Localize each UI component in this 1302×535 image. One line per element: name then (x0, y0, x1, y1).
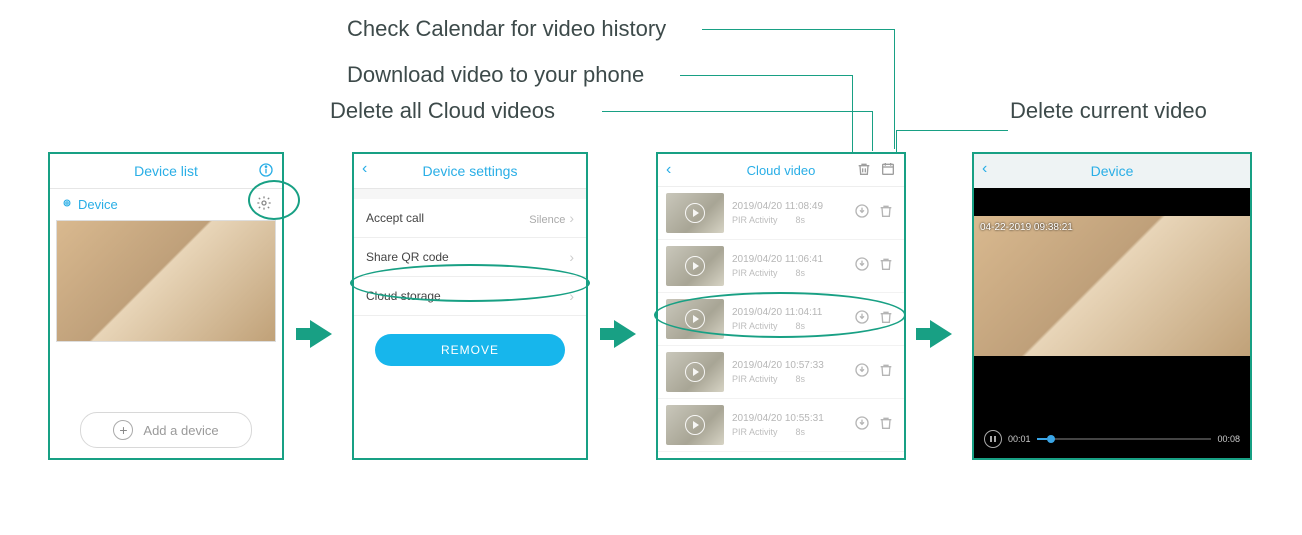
video-thumb (666, 246, 724, 286)
video-thumb (666, 352, 724, 392)
play-icon (685, 256, 705, 276)
trash-icon[interactable] (878, 203, 894, 224)
arrow-1 (310, 320, 332, 348)
header-device-settings: ‹ Device settings (354, 154, 586, 189)
arrow-2 (614, 320, 636, 348)
annotation-download: Download video to your phone (347, 62, 644, 88)
annotation-delete-all: Delete all Cloud videos (330, 98, 555, 124)
add-device-label: Add a device (143, 423, 218, 438)
plus-icon: + (113, 420, 133, 440)
video-dur: 8s (796, 427, 806, 437)
video-controls-bar: 00:01 00:08 (974, 356, 1250, 458)
video-dur: 8s (796, 268, 806, 278)
download-icon[interactable] (854, 415, 870, 436)
play-icon (685, 415, 705, 435)
info-icon[interactable] (258, 162, 274, 181)
remove-button[interactable]: REMOVE (375, 334, 565, 366)
calendar-icon[interactable] (880, 161, 896, 182)
remove-button-label: REMOVE (441, 343, 499, 357)
trash-icon[interactable] (878, 415, 894, 436)
screen-device-player: ‹ Device 04-22-2019 09:38:21 00:01 00:08 (972, 152, 1252, 460)
back-icon[interactable]: ‹ (982, 160, 987, 178)
leader-calendar-v (894, 29, 895, 149)
progress-knob[interactable] (1047, 435, 1055, 443)
annotation-delete-current: Delete current video (1010, 98, 1207, 124)
camera-icon (60, 196, 74, 213)
video-sub: PIR Activity (732, 215, 778, 225)
video-row[interactable]: 2019/04/20 11:06:41 PIR Activity 8s (658, 240, 904, 293)
header-device-player: ‹ Device (974, 154, 1250, 188)
video-sub: PIR Activity (732, 268, 778, 278)
video-sub: PIR Activity (732, 374, 778, 384)
leader-download-h (680, 75, 852, 76)
device-preview[interactable] (56, 220, 276, 342)
download-icon[interactable] (854, 309, 870, 330)
play-icon (685, 309, 705, 329)
video-sub: PIR Activity (732, 321, 778, 331)
back-icon[interactable]: ‹ (362, 160, 367, 178)
trash-icon[interactable] (856, 161, 872, 182)
video-ts: 2019/04/20 11:08:49 (732, 200, 823, 214)
device-label: Device (78, 197, 118, 212)
leader-calendar-h (702, 29, 894, 30)
download-icon[interactable] (854, 362, 870, 383)
gear-icon[interactable] (256, 195, 272, 214)
play-icon (685, 362, 705, 382)
video-row[interactable]: 2019/04/20 11:08:49 PIR Activity 8s (658, 187, 904, 240)
video-dur: 8s (796, 374, 806, 384)
add-device-button[interactable]: + Add a device (80, 412, 252, 448)
video-thumb (666, 405, 724, 445)
row-cloud-storage[interactable]: Cloud storage › (354, 277, 586, 316)
screen-cloud-video: ‹ Cloud video 2019/04/20 11:08:49 PIR Ac… (656, 152, 906, 460)
annotation-calendar: Check Calendar for video history (347, 16, 666, 42)
video-row[interactable]: 2019/04/20 11:04:11 PIR Activity 8s (658, 293, 904, 346)
video-sub: PIR Activity (732, 427, 778, 437)
video-thumb (666, 299, 724, 339)
leader-deleteall-h (602, 111, 872, 112)
row-share-qr-label: Share QR code (366, 250, 449, 264)
row-accept-call[interactable]: Accept call Silence › (354, 199, 586, 238)
title-device-settings: Device settings (423, 163, 518, 179)
play-icon (685, 203, 705, 223)
progress-fill (1037, 438, 1047, 440)
time-cur: 00:01 (1008, 434, 1031, 444)
trash-icon[interactable] (878, 309, 894, 330)
title-device-player: Device (1091, 163, 1134, 179)
title-device-list: Device list (134, 163, 198, 179)
row-share-qr[interactable]: Share QR code › (354, 238, 586, 277)
video-row[interactable]: 2019/04/20 10:57:33 PIR Activity 8s (658, 346, 904, 399)
progress-track[interactable] (1037, 438, 1212, 440)
video-row[interactable]: 2019/04/20 10:55:31 PIR Activity 8s (658, 399, 904, 452)
video-ts: 2019/04/20 11:04:11 (732, 306, 822, 320)
screen-device-settings: ‹ Device settings Accept call Silence › S… (352, 152, 588, 460)
download-icon[interactable] (854, 256, 870, 277)
row-cloud-storage-label: Cloud storage (366, 289, 441, 303)
arrow-3 (930, 320, 952, 348)
video-ts: 2019/04/20 10:55:31 (732, 412, 824, 426)
row-accept-call-label: Accept call (366, 211, 424, 225)
download-icon[interactable] (854, 203, 870, 224)
time-total: 00:08 (1217, 434, 1240, 444)
screen-device-list: Device list Device + Add a device (48, 152, 284, 460)
row-accept-call-value: Silence (529, 214, 565, 226)
pause-icon[interactable] (984, 430, 1002, 448)
trash-icon[interactable] (878, 362, 894, 383)
header-cloud-video: ‹ Cloud video (658, 154, 904, 187)
video-timestamp: 04-22-2019 09:38:21 (980, 222, 1073, 233)
device-row[interactable]: Device (50, 189, 282, 220)
chevron-right-icon: › (569, 210, 574, 226)
trash-icon[interactable] (878, 256, 894, 277)
video-top-bar (974, 188, 1250, 216)
leader-deleteall-v (872, 111, 873, 151)
header-device-list: Device list (50, 154, 282, 189)
chevron-right-icon: › (569, 249, 574, 265)
video-dur: 8s (796, 215, 806, 225)
leader-deletecurr-h (896, 130, 1008, 131)
video-thumb (666, 193, 724, 233)
chevron-right-icon: › (569, 288, 574, 304)
video-frame[interactable]: 04-22-2019 09:38:21 (974, 216, 1250, 356)
video-ts: 2019/04/20 11:06:41 (732, 253, 823, 267)
video-dur: 8s (796, 321, 806, 331)
video-ts: 2019/04/20 10:57:33 (732, 359, 824, 373)
